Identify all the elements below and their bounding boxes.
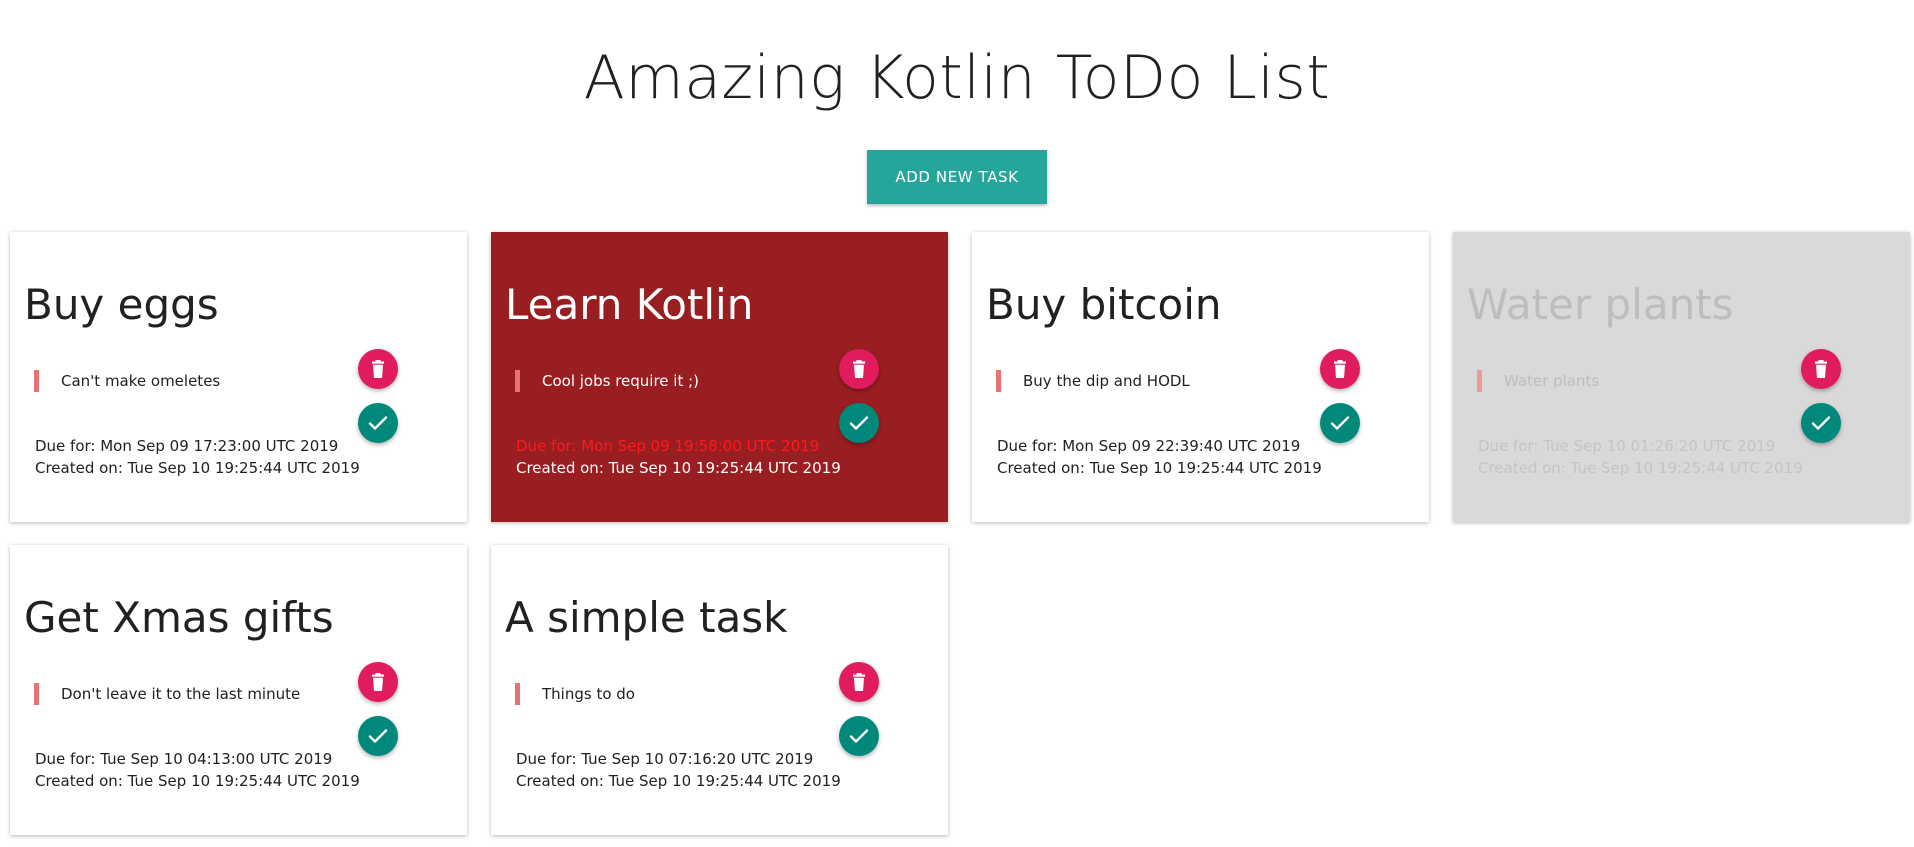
task-due-date: Due for: Tue Sep 10 01:26:20 UTC 2019	[1478, 437, 1776, 455]
complete-task-button[interactable]	[839, 716, 879, 756]
delete-task-button[interactable]	[358, 662, 398, 702]
task-created-date: Created on: Tue Sep 10 19:25:44 UTC 2019	[516, 772, 841, 790]
delete-task-button[interactable]	[358, 349, 398, 389]
complete-task-button[interactable]	[358, 716, 398, 756]
delete-task-button[interactable]	[839, 662, 879, 702]
check-icon	[849, 729, 869, 743]
task-meta: Due for: Tue Sep 10 07:16:20 UTC 2019 Cr…	[516, 748, 841, 792]
trash-icon	[853, 360, 865, 378]
check-icon	[1330, 416, 1350, 430]
task-meta: Due for: Tue Sep 10 01:26:20 UTC 2019 Cr…	[1478, 435, 1803, 479]
task-description: Water plants	[1477, 370, 1599, 392]
trash-icon	[372, 673, 384, 691]
trash-icon	[372, 360, 384, 378]
task-title: Buy eggs	[24, 280, 219, 329]
task-due-date: Due for: Tue Sep 10 04:13:00 UTC 2019	[35, 750, 333, 768]
task-card-overdue: Learn Kotlin Cool jobs require it ;) Due…	[491, 232, 948, 522]
task-due-date: Due for: Mon Sep 09 22:39:40 UTC 2019	[997, 437, 1301, 455]
task-meta: Due for: Mon Sep 09 22:39:40 UTC 2019 Cr…	[997, 435, 1322, 479]
task-card: Buy bitcoin Buy the dip and HODL Due for…	[972, 232, 1429, 522]
complete-task-button[interactable]	[839, 403, 879, 443]
trash-icon	[853, 673, 865, 691]
add-task-container: ADD NEW TASK	[0, 150, 1914, 204]
task-title: Learn Kotlin	[505, 280, 754, 329]
task-created-date: Created on: Tue Sep 10 19:25:44 UTC 2019	[516, 459, 841, 477]
task-description: Buy the dip and HODL	[996, 370, 1190, 392]
trash-icon	[1815, 360, 1827, 378]
task-description: Don't leave it to the last minute	[34, 683, 300, 705]
task-meta: Due for: Tue Sep 10 04:13:00 UTC 2019 Cr…	[35, 748, 360, 792]
task-created-date: Created on: Tue Sep 10 19:25:44 UTC 2019	[997, 459, 1322, 477]
complete-task-button[interactable]	[1320, 403, 1360, 443]
check-icon	[368, 729, 388, 743]
complete-task-button[interactable]	[358, 403, 398, 443]
task-title: Get Xmas gifts	[24, 593, 334, 642]
task-card: Get Xmas gifts Don't leave it to the las…	[10, 545, 467, 835]
check-icon	[368, 416, 388, 430]
check-icon	[849, 416, 869, 430]
task-due-date: Due for: Mon Sep 09 19:58:00 UTC 2019	[516, 437, 820, 455]
task-meta: Due for: Mon Sep 09 19:58:00 UTC 2019 Cr…	[516, 435, 841, 479]
task-created-date: Created on: Tue Sep 10 19:25:44 UTC 2019	[1478, 459, 1803, 477]
delete-task-button[interactable]	[1801, 349, 1841, 389]
task-title: A simple task	[505, 593, 788, 642]
complete-task-button[interactable]	[1801, 403, 1841, 443]
add-new-task-button[interactable]: ADD NEW TASK	[867, 150, 1047, 204]
task-description: Cool jobs require it ;)	[515, 370, 699, 392]
task-card: A simple task Things to do Due for: Tue …	[491, 545, 948, 835]
task-title: Water plants	[1467, 280, 1734, 329]
task-meta: Due for: Mon Sep 09 17:23:00 UTC 2019 Cr…	[35, 435, 360, 479]
task-created-date: Created on: Tue Sep 10 19:25:44 UTC 2019	[35, 772, 360, 790]
delete-task-button[interactable]	[1320, 349, 1360, 389]
check-icon	[1811, 416, 1831, 430]
task-card: Buy eggs Can't make omeletes Due for: Mo…	[10, 232, 467, 522]
trash-icon	[1334, 360, 1346, 378]
task-due-date: Due for: Mon Sep 09 17:23:00 UTC 2019	[35, 437, 339, 455]
task-title: Buy bitcoin	[986, 280, 1222, 329]
task-created-date: Created on: Tue Sep 10 19:25:44 UTC 2019	[35, 459, 360, 477]
task-description: Things to do	[515, 683, 635, 705]
task-description: Can't make omeletes	[34, 370, 220, 392]
task-card-done: Water plants Water plants Due for: Tue S…	[1453, 232, 1910, 522]
delete-task-button[interactable]	[839, 349, 879, 389]
task-due-date: Due for: Tue Sep 10 07:16:20 UTC 2019	[516, 750, 814, 768]
page-title: Amazing Kotlin ToDo List	[583, 43, 1331, 113]
